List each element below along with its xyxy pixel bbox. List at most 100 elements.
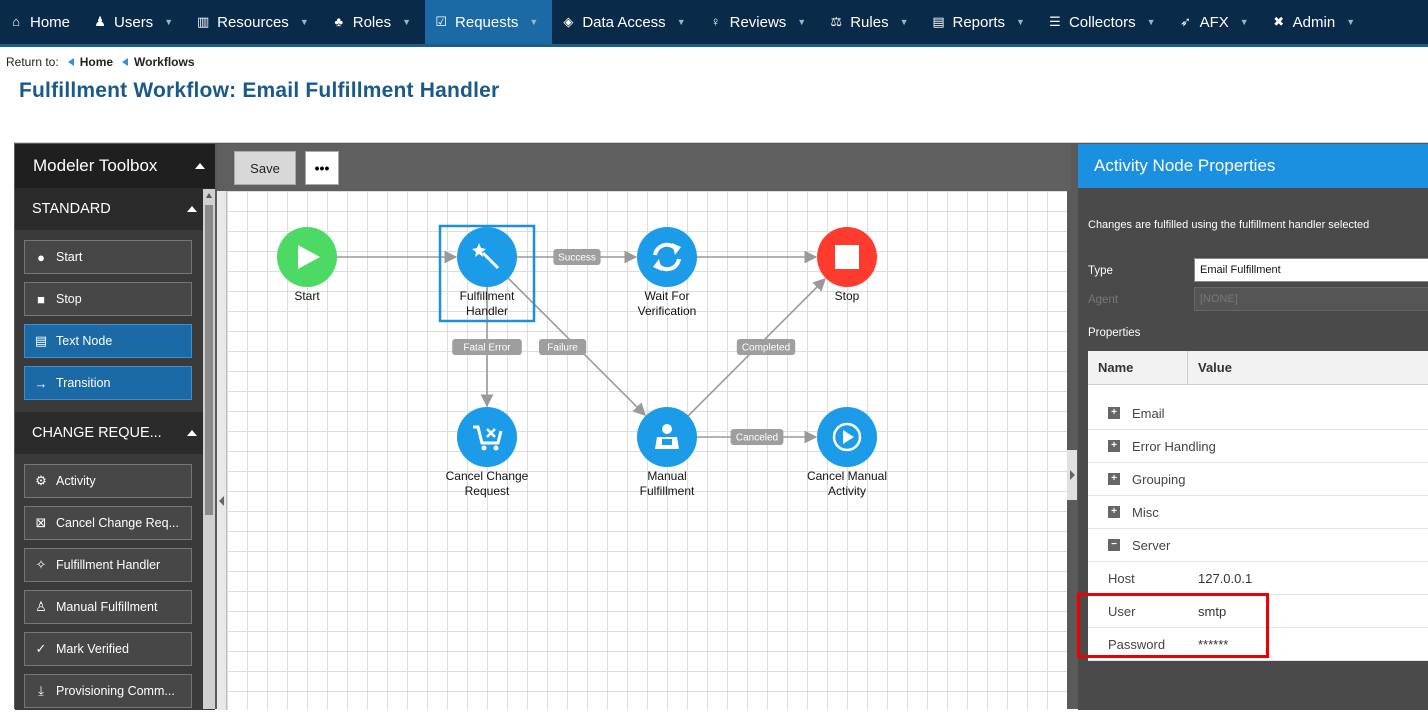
more-options-button[interactable]: •••	[305, 151, 339, 185]
collapse-minus-icon: −	[1108, 539, 1120, 551]
canvas-toolbar: Save •••	[217, 144, 1071, 191]
property-group-server[interactable]: − Server	[1088, 529, 1428, 562]
breadcrumb-workflows-link[interactable]: Workflows	[122, 55, 195, 69]
tools-icon: ✖	[1273, 14, 1285, 29]
sitemap-icon: ♣	[334, 14, 343, 29]
save-button[interactable]: Save	[234, 151, 296, 185]
property-value[interactable]: smtp	[1198, 604, 1226, 619]
properties-grid-header: Name Value	[1088, 351, 1428, 385]
node-label: Cancel Change	[446, 469, 529, 483]
property-name: Password	[1108, 636, 1166, 652]
property-row-password[interactable]: Password ******	[1088, 628, 1428, 661]
nav-item-requests[interactable]: ☑ Requests ▼	[425, 0, 553, 44]
property-group-grouping[interactable]: + Grouping	[1088, 463, 1428, 496]
nav-item-rules[interactable]: ⚖ Rules ▼	[820, 0, 922, 44]
node-label: Fulfillment	[640, 484, 695, 498]
expand-plus-icon: +	[1108, 440, 1120, 452]
toolbox-header[interactable]: Modeler Toolbox	[15, 144, 215, 188]
nav-item-afx[interactable]: ➶ AFX ▼	[1170, 0, 1263, 44]
property-row-user[interactable]: User smtp	[1088, 595, 1428, 628]
transition-label[interactable]: Completed	[736, 339, 796, 355]
nav-item-home[interactable]: ⌂ Home	[0, 0, 84, 44]
svg-text:Failure: Failure	[547, 343, 578, 354]
transition-label[interactable]: Canceled	[730, 429, 784, 445]
caret-down-icon: ▼	[676, 17, 686, 27]
home-icon: ⌂	[12, 14, 20, 29]
property-group-error-handling[interactable]: + Error Handling	[1088, 430, 1428, 463]
toolbox-item-transition[interactable]: → Transition	[24, 366, 192, 400]
node-label: Stop	[835, 289, 860, 303]
workflow-node-cancelmanual[interactable]: Cancel ManualActivity	[807, 407, 887, 498]
canvas-right-collapse-handle[interactable]	[1067, 450, 1077, 500]
transition-label[interactable]: Success	[553, 249, 601, 265]
toolbox-item-text-node[interactable]: ▤ Text Node	[24, 324, 192, 358]
properties-grid: Name Value + Email + Error Handling + Groupin…	[1088, 351, 1428, 661]
chevron-right-icon	[1070, 470, 1075, 480]
transition-label[interactable]: Failure	[539, 339, 587, 355]
toolbox-item-mark-verified[interactable]: ✓ Mark Verified	[24, 632, 192, 666]
collapse-icon[interactable]	[187, 430, 197, 436]
workflow-node-fulfillment[interactable]: FulfillmentHandler	[438, 224, 536, 323]
node-label: Fulfillment	[460, 289, 515, 303]
toolbox-item-fulfillment-handler[interactable]: ✧ Fulfillment Handler	[24, 548, 192, 582]
nav-item-reviews[interactable]: ♀ Reviews ▼	[700, 0, 821, 44]
caret-down-icon: ▼	[1239, 17, 1249, 27]
toolbox-item-cancel-change-req[interactable]: ⊠ Cancel Change Req...	[24, 506, 192, 540]
property-name: User	[1108, 603, 1136, 619]
property-group-email[interactable]: + Email	[1088, 397, 1428, 430]
type-select[interactable]: Email Fulfillment	[1194, 258, 1428, 282]
nav-item-reports[interactable]: ▤ Reports ▼	[923, 0, 1039, 44]
svg-text:Completed: Completed	[742, 343, 790, 354]
toolbox-section-header[interactable]: STANDARD	[15, 188, 215, 230]
property-value[interactable]: 127.0.0.1	[1198, 571, 1252, 586]
toolbox-section-header[interactable]: CHANGE REQUE...	[15, 412, 215, 454]
nav-item-admin[interactable]: ✖ Admin ▼	[1263, 0, 1369, 44]
property-value[interactable]: ******	[1198, 637, 1228, 652]
modeler-toolbox: Modeler Toolbox STANDARD ● Start ■ Stop ▤ Text…	[15, 144, 215, 710]
node-label: Start	[294, 289, 320, 303]
canvas-left-collapse-handle[interactable]	[217, 191, 227, 710]
workflow-node-stop[interactable]: Stop	[817, 227, 877, 303]
nav-item-roles[interactable]: ♣ Roles ▼	[323, 0, 425, 44]
transition-label[interactable]: Fatal Error	[452, 339, 522, 355]
workflow-node-cancelchange[interactable]: Cancel ChangeRequest	[446, 407, 529, 498]
caret-down-icon: ▼	[797, 17, 807, 27]
workflow-diagram[interactable]: Start FulfillmentHandler Wait ForVerificat…	[227, 191, 1067, 710]
toolbox-item-manual-fulfillment[interactable]: ♙ Manual Fulfillment	[24, 590, 192, 624]
breadcrumb: Return to: Home Workflows	[6, 55, 195, 69]
scroll-up-icon[interactable]	[206, 193, 212, 198]
nav-item-resources[interactable]: ▥ Resources ▼	[187, 0, 323, 44]
stop-icon	[835, 245, 859, 269]
node-label: Cancel Manual	[807, 469, 887, 483]
collapse-icon[interactable]	[195, 163, 205, 169]
toolbox-item-start[interactable]: ● Start	[24, 240, 192, 274]
property-row-host[interactable]: Host 127.0.0.1	[1088, 562, 1428, 595]
property-group-misc[interactable]: + Misc	[1088, 496, 1428, 529]
caret-down-icon: ▼	[1146, 17, 1156, 27]
lightbulb-icon: ♀	[710, 14, 721, 29]
nav-item-collectors[interactable]: ☰ Collectors ▼	[1039, 0, 1170, 44]
breadcrumb-home-link[interactable]: Home	[67, 55, 113, 69]
document-icon: ▤	[34, 333, 48, 348]
value-column-header[interactable]: Value	[1188, 351, 1232, 384]
workflow-canvas[interactable]: Start Fulfillment Handler Wait For Verificat…	[227, 191, 1067, 710]
toolbox-item-stop[interactable]: ■ Stop	[24, 282, 192, 316]
node-label: Request	[465, 484, 510, 498]
properties-description: Changes are fulfilled using the fulfillm…	[1088, 219, 1370, 231]
nav-item-data-access[interactable]: ◈ Data Access ▼	[552, 0, 699, 44]
toolbox-scrollbar[interactable]	[203, 189, 215, 709]
toolbox-item-activity[interactable]: ⚙ Activity	[24, 464, 192, 498]
expand-plus-icon: +	[1108, 506, 1120, 518]
workflow-node-wait[interactable]: Wait ForVerification	[637, 227, 697, 318]
workflow-node-start[interactable]: Start	[277, 227, 337, 303]
scrollbar-thumb[interactable]	[205, 205, 213, 515]
agent-select: [NONE]	[1194, 287, 1428, 311]
name-column-header[interactable]: Name	[1088, 351, 1188, 384]
toolbox-item-provisioning-comm[interactable]: ⤓ Provisioning Comm...	[24, 674, 192, 708]
expand-plus-icon: +	[1108, 473, 1120, 485]
type-label: Type	[1088, 265, 1113, 277]
svg-text:Success: Success	[558, 253, 596, 264]
nav-item-users[interactable]: ♟ Users ▼	[84, 0, 187, 44]
workflow-node-manual[interactable]: ManualFulfillment	[637, 407, 697, 498]
collapse-icon[interactable]	[187, 206, 197, 212]
